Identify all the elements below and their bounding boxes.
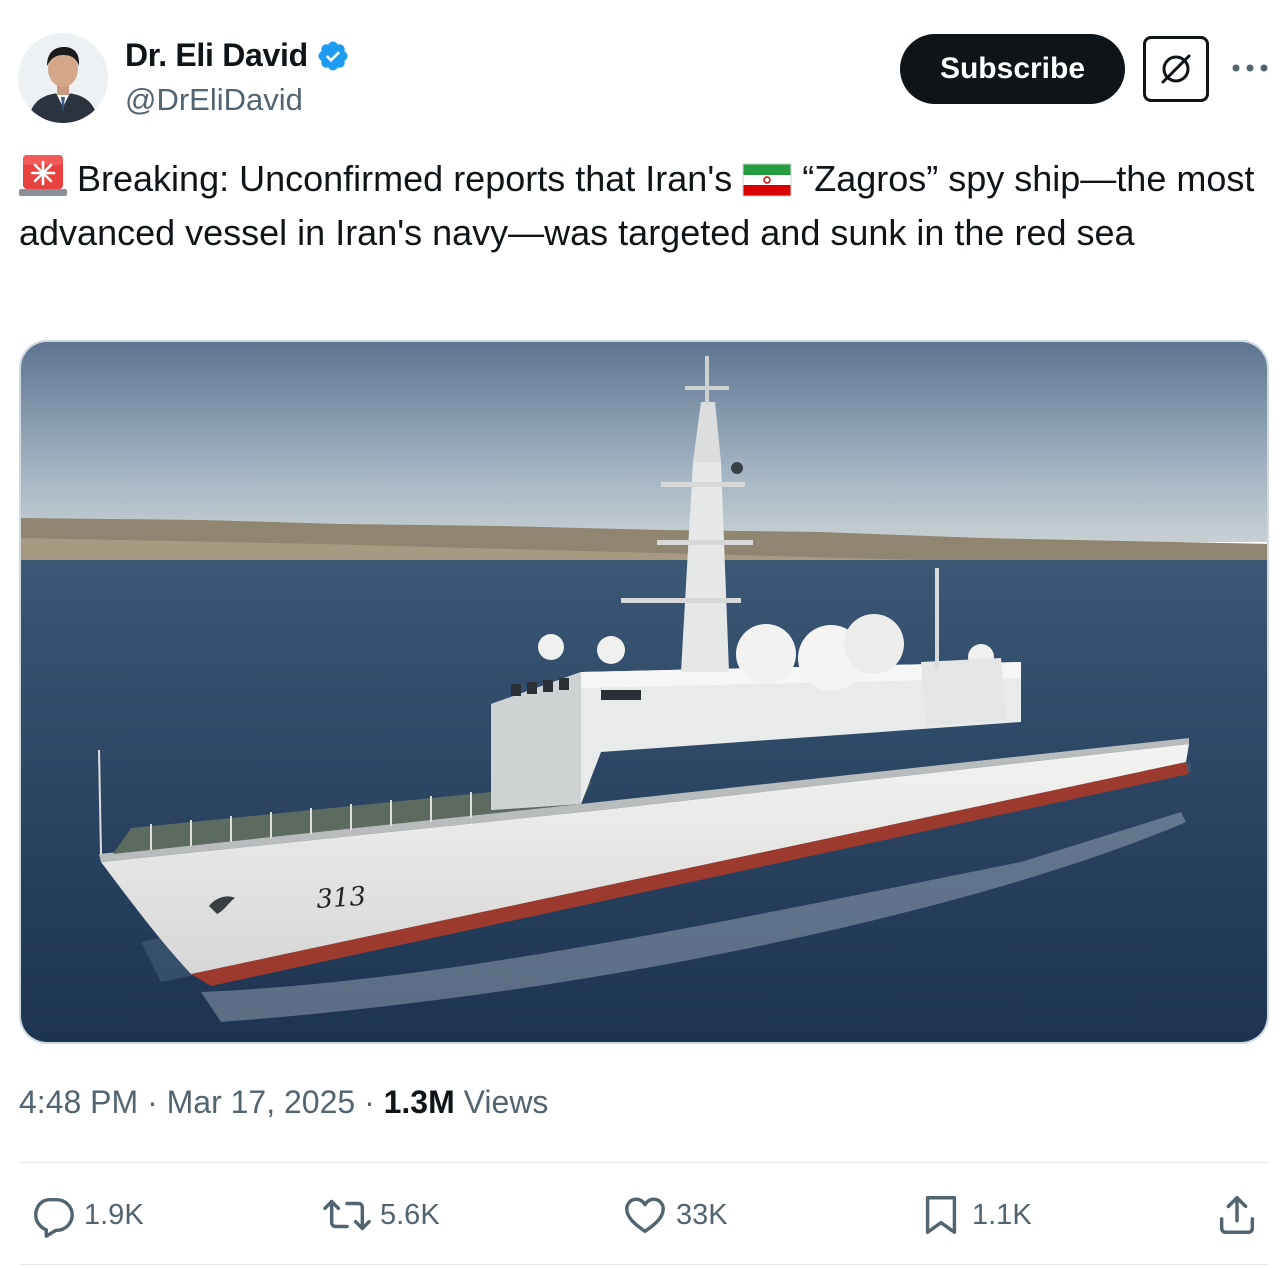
meta-separator: · xyxy=(147,1084,158,1120)
bookmark-icon xyxy=(925,1196,957,1234)
like-count: 33K xyxy=(676,1198,728,1231)
more-icon xyxy=(1232,64,1268,72)
share-icon xyxy=(1219,1196,1255,1234)
heart-icon xyxy=(625,1197,665,1234)
like-button[interactable]: 33K xyxy=(622,1180,728,1250)
tweet-metadata: 4:48 PM · Mar 17, 2025 · 1.3M Views xyxy=(19,1084,548,1121)
more-options-button[interactable] xyxy=(1228,50,1272,86)
reply-button[interactable]: 1.9K xyxy=(30,1180,144,1250)
repost-icon xyxy=(323,1199,371,1231)
share-button[interactable] xyxy=(1214,1180,1260,1250)
verified-badge-icon xyxy=(318,40,348,71)
tweet-text-part1: Breaking: Unconfirmed reports that Iran'… xyxy=(77,158,733,199)
subscribe-button[interactable]: Subscribe xyxy=(900,34,1125,104)
views-count: 1.3M xyxy=(383,1084,455,1120)
grok-icon xyxy=(1161,54,1191,84)
tweet-text: Breaking: Unconfirmed reports that Iran'… xyxy=(19,152,1269,260)
reply-icon xyxy=(34,1197,74,1238)
iran-flag-icon xyxy=(742,163,792,197)
hull-number: 313 xyxy=(315,882,367,915)
repost-count: 5.6K xyxy=(380,1198,440,1231)
views-label: Views xyxy=(463,1084,549,1120)
bookmark-button[interactable]: 1.1K xyxy=(918,1180,1032,1250)
tweet-time[interactable]: 4:48 PM xyxy=(19,1084,138,1120)
tweet-date[interactable]: Mar 17, 2025 xyxy=(167,1084,356,1120)
ship-photo: 313 xyxy=(21,342,1267,1042)
avatar[interactable] xyxy=(18,33,108,123)
meta-separator: · xyxy=(364,1084,375,1120)
action-bar: 1.9K 5.6K 33K 1.1K xyxy=(0,1180,1286,1250)
rotating-light-icon xyxy=(19,155,67,196)
bookmark-count: 1.1K xyxy=(972,1198,1032,1231)
tweet-header: Dr. Eli David @DrEliDavid Subscribe xyxy=(0,0,1286,130)
author-name[interactable]: Dr. Eli David xyxy=(125,37,308,74)
divider xyxy=(19,1162,1269,1163)
author-handle[interactable]: @DrEliDavid xyxy=(125,82,303,118)
reply-count: 1.9K xyxy=(84,1198,144,1231)
grok-button[interactable] xyxy=(1143,36,1209,102)
tweet-photo[interactable]: 313 xyxy=(19,340,1269,1044)
divider xyxy=(19,1264,1269,1265)
repost-button[interactable]: 5.6K xyxy=(322,1180,440,1250)
author-name-row: Dr. Eli David xyxy=(125,37,350,74)
